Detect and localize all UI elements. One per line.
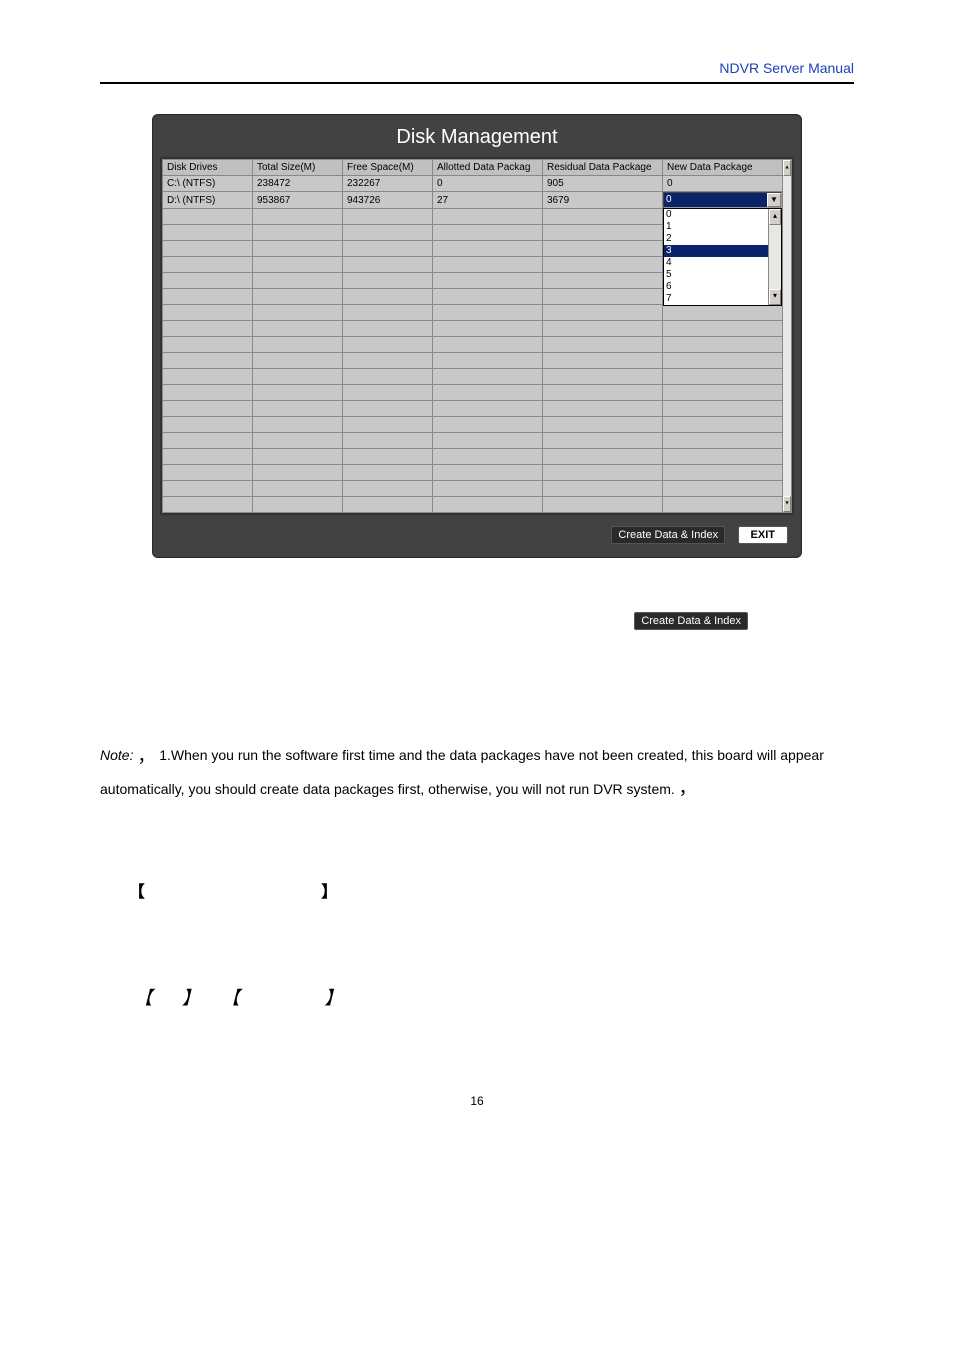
table-row (163, 449, 783, 465)
create-data-index-button[interactable]: Create Data & Index (611, 526, 725, 544)
table-row (163, 337, 783, 353)
combo-option[interactable]: 1 (664, 221, 768, 233)
combo-dropdown[interactable]: 0 1 2 3 4 5 6 7 (663, 208, 782, 306)
col-free-space: Free Space(M) (343, 160, 433, 176)
cell-free: 943726 (343, 192, 433, 209)
cell-newpkg-combo[interactable]: 0 ▼ 0 1 2 3 4 (663, 192, 783, 209)
scroll-down-icon[interactable]: ▾ (769, 289, 781, 305)
note-body: 1.When you run the software first time a… (100, 747, 824, 797)
exit-button[interactable]: EXIT (738, 526, 788, 544)
scroll-up-icon[interactable]: ▴ (783, 160, 791, 176)
cell-drive: D:\ (NTFS) (163, 192, 253, 209)
combo-option[interactable]: 5 (664, 269, 768, 281)
doc-header-link: NDVR Server Manual (100, 60, 854, 84)
col-disk-drives: Disk Drives (163, 160, 253, 176)
col-residual: Residual Data Package (543, 160, 663, 176)
cell-residual: 905 (543, 176, 663, 192)
create-data-index-button-inline[interactable]: Create Data & Index (634, 612, 748, 630)
table-row (163, 353, 783, 369)
scroll-track[interactable] (783, 176, 791, 496)
combo-option[interactable]: 4 (664, 257, 768, 269)
cell-drive: C:\ (NTFS) (163, 176, 253, 192)
cell-free: 232267 (343, 176, 433, 192)
body-paragraph: Click 【Start】 → 【Control Panel】 , and th… (100, 982, 854, 1014)
combo-option[interactable]: 0 (664, 209, 768, 221)
table-row[interactable]: C:\ (NTFS) 238472 232267 0 905 0 (163, 176, 783, 192)
combo-option[interactable]: 7 (664, 293, 768, 305)
combo-option[interactable]: 6 (664, 281, 768, 293)
table-row (163, 385, 783, 401)
combo-option[interactable]: 3 (664, 245, 768, 257)
table-row (163, 305, 783, 321)
table-row (163, 401, 783, 417)
combo-option[interactable]: 2 (664, 233, 768, 245)
cell-allotted: 0 (433, 176, 543, 192)
combo-selected: 0 (664, 193, 767, 207)
body-paragraph: Click Uninstall Hybrid NDVR in Start men… (100, 916, 854, 966)
cell-total: 953867 (253, 192, 343, 209)
dropdown-scrollbar[interactable]: ▴ ▾ (768, 209, 781, 305)
col-new-package: New Data Package (663, 160, 783, 176)
table-row (163, 369, 783, 385)
cell-newpkg[interactable]: 0 (663, 176, 783, 192)
note-paragraph-2: 2.You'd better not create data packages … (100, 823, 854, 848)
cell-allotted: 27 (433, 192, 543, 209)
table-row (163, 497, 783, 513)
page-number: 16 (100, 1094, 854, 1108)
section-heading: 1.5 【Un-Install DVR System】 (100, 878, 854, 902)
table-vscrollbar[interactable]: ▴ ▾ (783, 159, 792, 513)
chevron-down-icon[interactable]: ▼ (767, 193, 781, 207)
col-allotted: Allotted Data Packag (433, 160, 543, 176)
disk-management-panel: Disk Management Disk Drives Total Size(M… (152, 114, 802, 558)
cell-residual: 3679 (543, 192, 663, 209)
cell-total: 238472 (253, 176, 343, 192)
col-total-size: Total Size(M) (253, 160, 343, 176)
disk-table: Disk Drives Total Size(M) Free Space(M) … (162, 159, 783, 513)
table-row (163, 417, 783, 433)
scroll-track[interactable] (769, 225, 781, 289)
table-row (163, 433, 783, 449)
scroll-up-icon[interactable]: ▴ (769, 209, 781, 225)
panel-title: Disk Management (160, 122, 794, 157)
body-paragraph: button to create. After creating data pa… (100, 648, 854, 724)
note-paragraph: Note: ， 1.When you run the software firs… (100, 740, 854, 805)
body-paragraph: Select the value of new data package (on… (100, 558, 854, 583)
table-row (163, 465, 783, 481)
table-header-row: Disk Drives Total Size(M) Free Space(M) … (163, 160, 783, 176)
scroll-down-icon[interactable]: ▾ (783, 496, 791, 512)
table-row (163, 481, 783, 497)
table-row (163, 321, 783, 337)
newpkg-combobox[interactable]: 0 ▼ (663, 192, 782, 208)
table-row[interactable]: D:\ (NTFS) 953867 943726 27 3679 0 ▼ (163, 192, 783, 209)
note-label: Note: (100, 747, 133, 763)
